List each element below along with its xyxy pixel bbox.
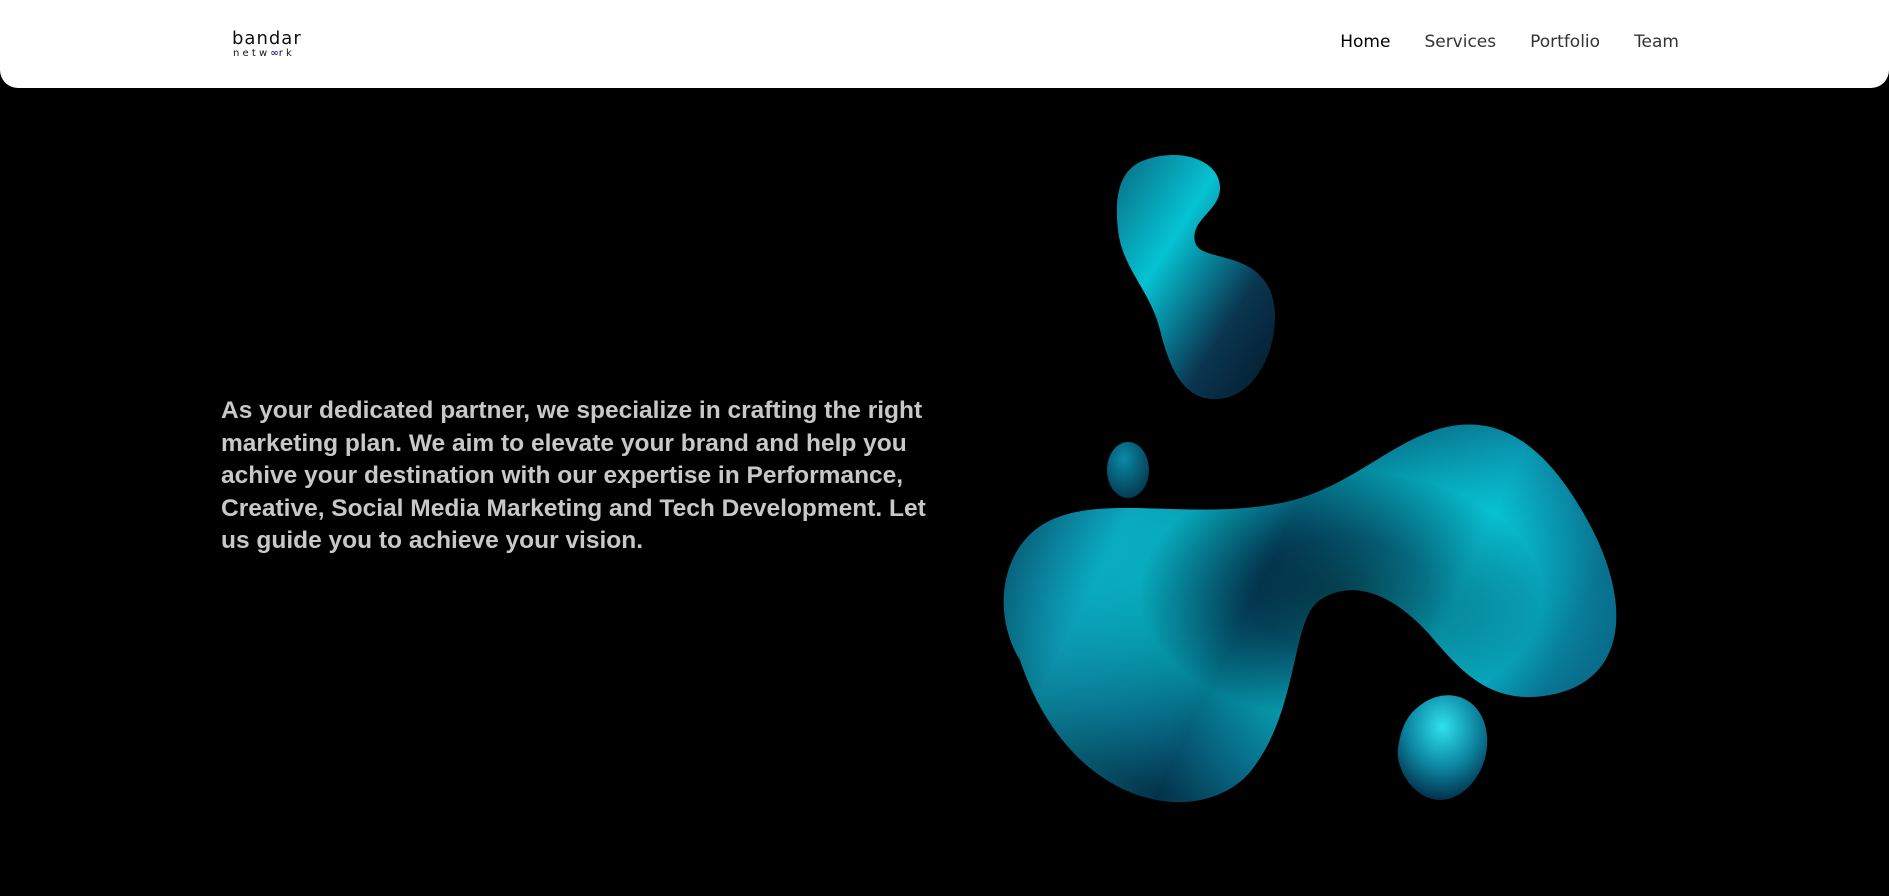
- bandar-network-logo[interactable]: bandar netw∞rk: [232, 28, 304, 60]
- logo-wordmark: bandar: [232, 28, 302, 49]
- nav-link-portfolio[interactable]: Portfolio: [1530, 31, 1600, 53]
- nav-link-team[interactable]: Team: [1634, 31, 1679, 53]
- top-blob-shape: [1116, 154, 1275, 400]
- main-blob-shade: [1003, 424, 1617, 803]
- logo-subtext: netw∞rk: [233, 48, 296, 59]
- infinity-loop-icon: ∞: [270, 48, 279, 59]
- main-nav: Home Services Portfolio Team: [1340, 31, 1679, 53]
- abstract-blob-illustration: [1003, 154, 1617, 803]
- hero-description: As your dedicated partner, we specialize…: [221, 397, 926, 554]
- nav-link-services[interactable]: Services: [1424, 31, 1496, 53]
- site-header: bandar netw∞rk Home Services Portfolio T…: [0, 0, 1889, 88]
- nav-link-home[interactable]: Home: [1340, 31, 1390, 53]
- tiny-blob-shape: [1107, 442, 1149, 498]
- small-blob-shape: [1397, 695, 1488, 800]
